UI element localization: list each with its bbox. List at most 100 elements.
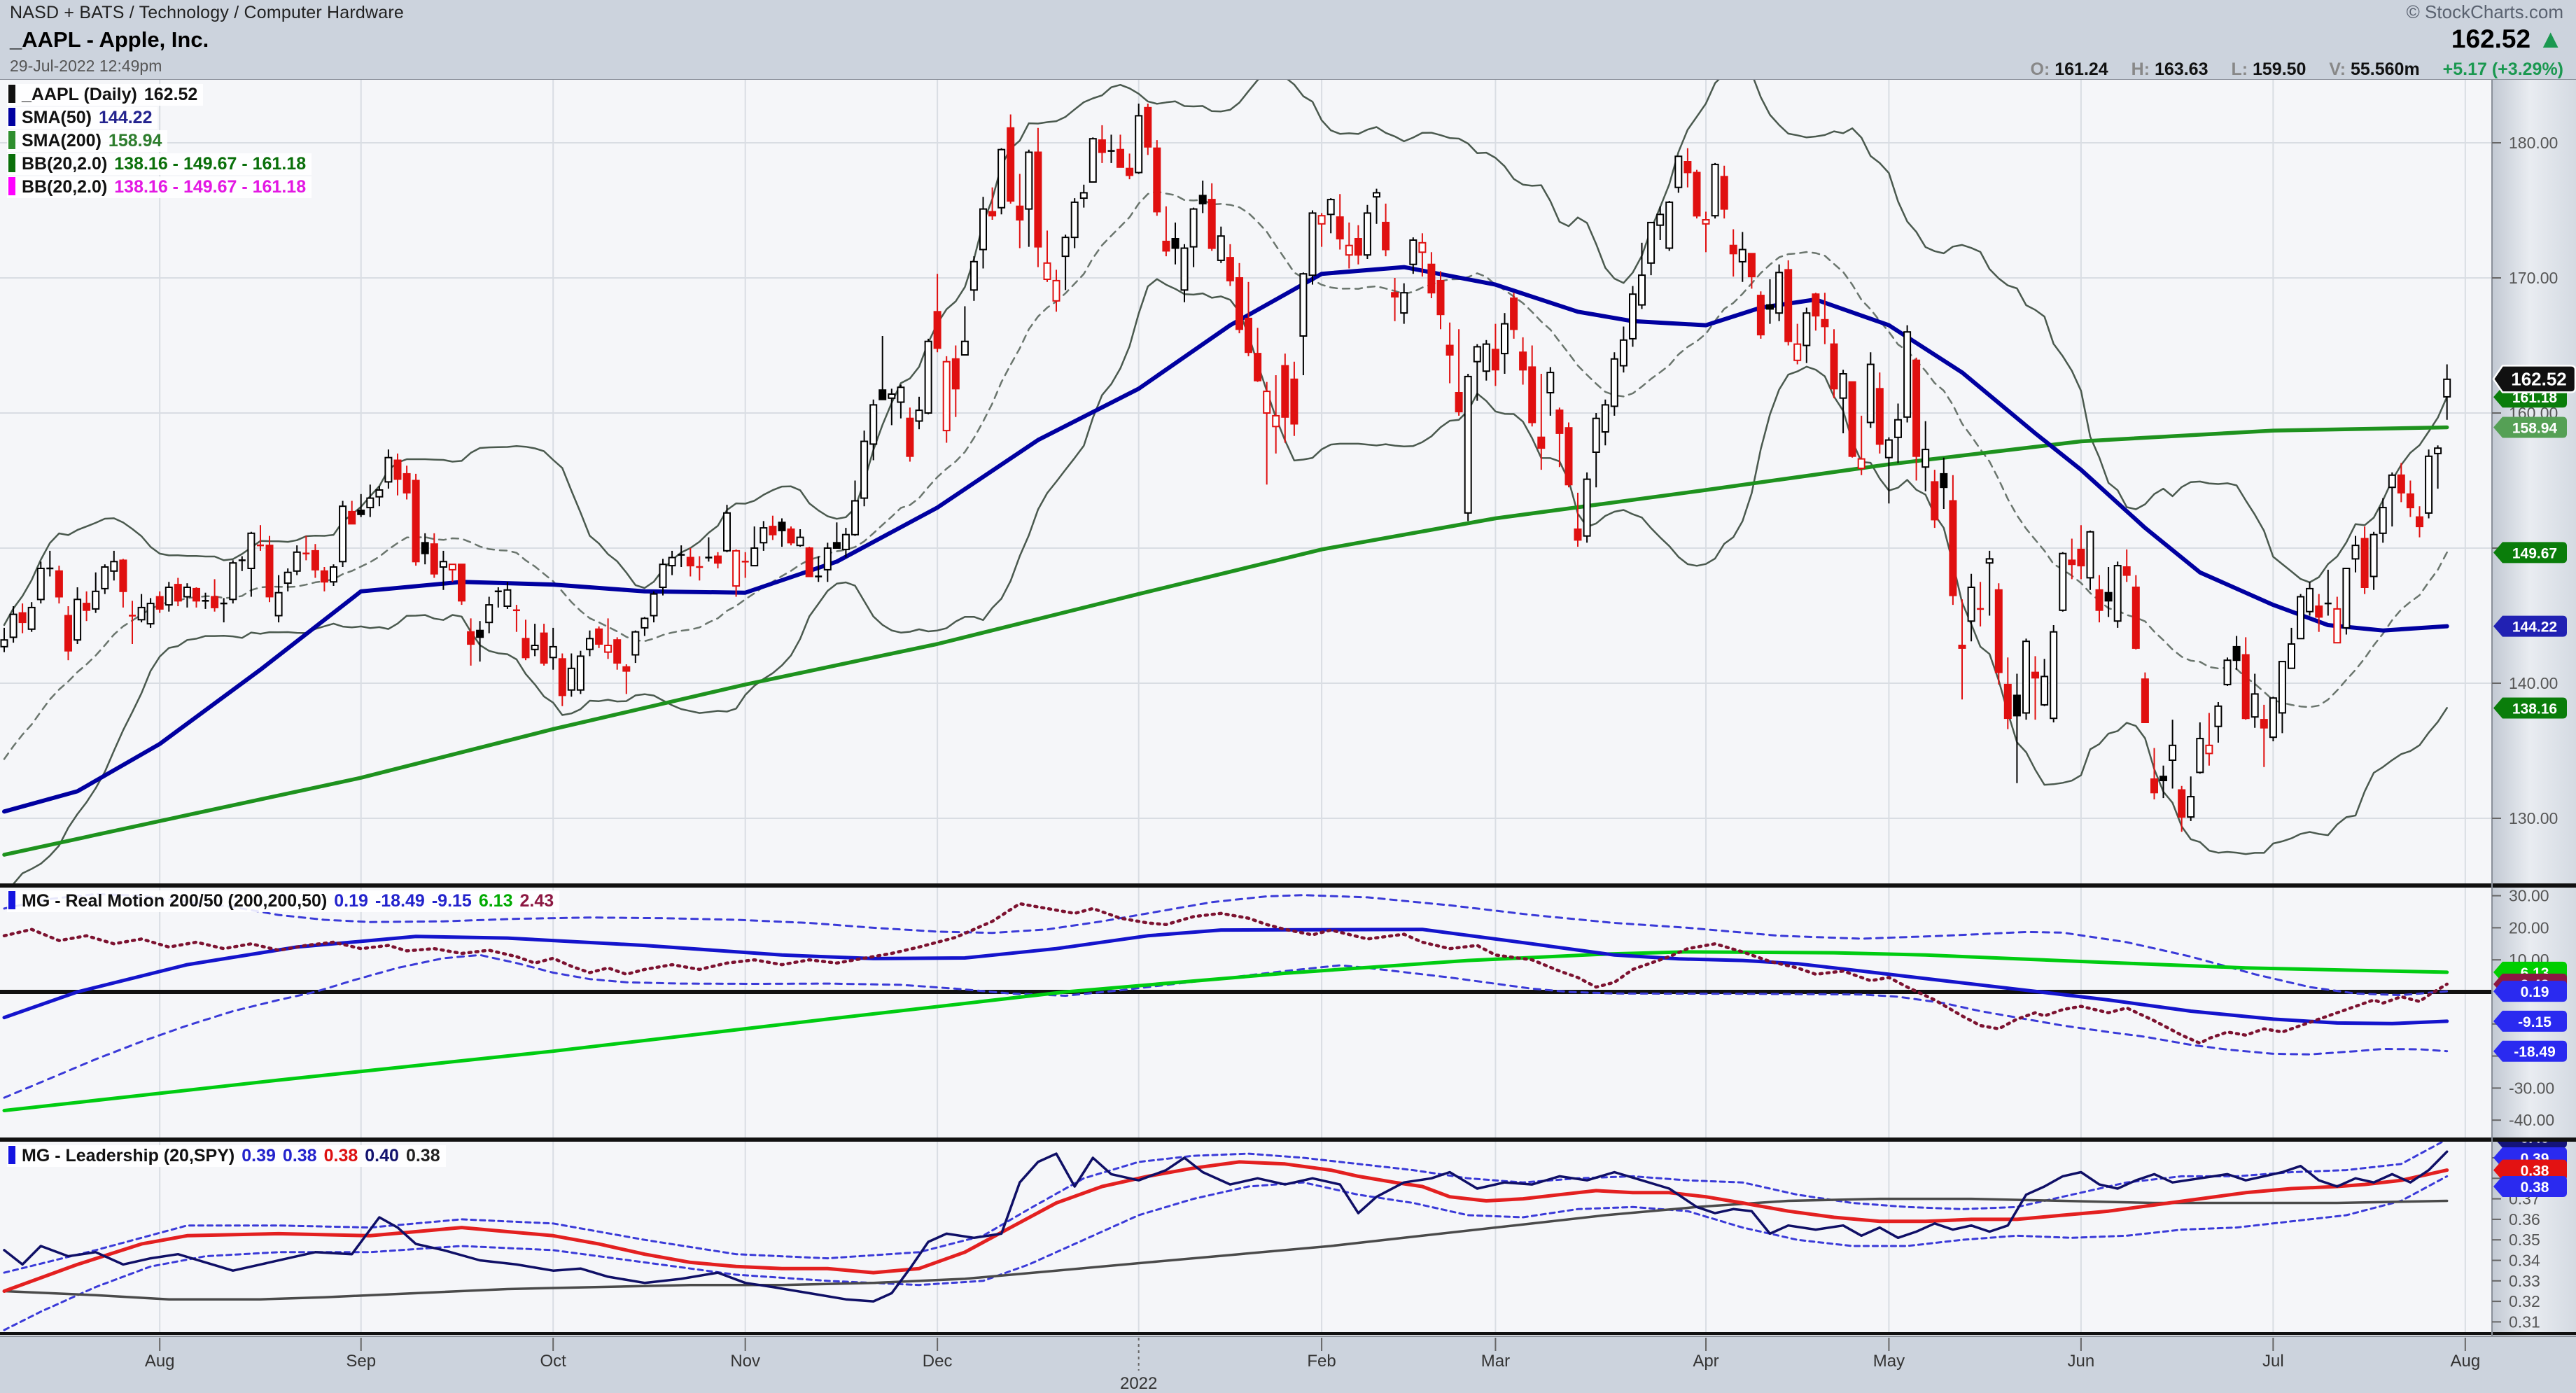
svg-text:Aug: Aug	[2450, 1352, 2480, 1371]
legend-value: 144.22	[99, 108, 152, 127]
svg-text:0.19: 0.19	[2521, 984, 2549, 1000]
svg-text:Sep: Sep	[346, 1352, 376, 1371]
svg-text:Apr: Apr	[1693, 1352, 1718, 1371]
legend-value: 2.43	[520, 891, 554, 911]
leadership-swatch-icon	[8, 1146, 15, 1164]
svg-text:0.33: 0.33	[2509, 1272, 2540, 1290]
panel-separator	[0, 883, 2576, 888]
svg-text:20.00: 20.00	[2509, 918, 2549, 937]
legend-value: 158.94	[108, 131, 162, 150]
panel-separator	[0, 1332, 2576, 1335]
change-value: +5.17 (+3.29%)	[2443, 59, 2563, 79]
svg-text:Oct: Oct	[540, 1352, 567, 1371]
breadcrumb: NASD + BATS / Technology / Computer Hard…	[10, 3, 404, 23]
price-legend: _AAPL (Daily) 162.52 SMA(50)144.22 SMA(20…	[7, 84, 312, 200]
legend-row-sma50: SMA(50)144.22	[7, 107, 158, 129]
legend-row-leadership: MG - Leadership (20,SPY) 0.39 0.38 0.38 0.40…	[7, 1145, 446, 1167]
svg-text:Feb: Feb	[1307, 1352, 1336, 1371]
svg-text:Dec: Dec	[923, 1352, 953, 1371]
svg-text:0.36: 0.36	[2509, 1210, 2540, 1228]
legend-value: 0.38	[283, 1146, 317, 1166]
stock-chart-svg: 180.00170.00160.00150.00140.00130.0030.0…	[0, 0, 2576, 1393]
svg-text:180.00: 180.00	[2509, 134, 2558, 152]
svg-text:2022: 2022	[1120, 1374, 1157, 1393]
svg-text:-40.00: -40.00	[2509, 1111, 2554, 1129]
legend-value: 0.38	[324, 1146, 358, 1166]
svg-text:May: May	[1873, 1352, 1905, 1371]
svg-text:0.35: 0.35	[2509, 1231, 2540, 1249]
svg-text:149.67: 149.67	[2512, 545, 2557, 561]
svg-text:170.00: 170.00	[2509, 269, 2558, 287]
legend-value: 0.38	[406, 1146, 440, 1166]
legend-value: 138.16 - 149.67 - 161.18	[114, 177, 306, 197]
legend-value: 138.16 - 149.67 - 161.18	[114, 154, 306, 174]
copyright: © StockCharts.com	[2031, 1, 2563, 23]
last-price-value: 162.52	[2451, 24, 2530, 53]
panel-separator	[0, 1138, 2576, 1142]
open-value: 161.24	[2054, 59, 2108, 79]
legend-row-sma200: SMA(200) 158.94	[7, 130, 167, 152]
legend-value: 0.39	[241, 1146, 276, 1166]
legend-value: 0.19	[334, 891, 368, 911]
high-value: 163.63	[2155, 59, 2208, 79]
volume-label: V:	[2329, 59, 2346, 79]
price-badge: -18.49	[2493, 1041, 2567, 1062]
price-badge: 0.38	[2493, 1176, 2567, 1197]
svg-text:0.34: 0.34	[2509, 1252, 2540, 1270]
chart-header: NASD + BATS / Technology / Computer Hard…	[0, 0, 2576, 79]
legend-row-bb-green: BB(20,2.0) 138.16 - 149.67 - 161.18	[7, 153, 312, 175]
svg-text:Nov: Nov	[730, 1352, 760, 1371]
legend-label: _AAPL (Daily)	[22, 85, 137, 104]
aapl-swatch-icon	[8, 85, 15, 103]
legend-label: SMA(200)	[22, 131, 102, 150]
svg-text:Mar: Mar	[1481, 1352, 1510, 1371]
leadership-legend: MG - Leadership (20,SPY) 0.39 0.38 0.38 0.40…	[7, 1145, 446, 1168]
legend-value: 162.52	[144, 85, 197, 104]
svg-text:0.38: 0.38	[2521, 1180, 2549, 1196]
svg-text:138.16: 138.16	[2512, 701, 2557, 718]
svg-text:158.94: 158.94	[2512, 421, 2558, 437]
legend-value: -18.49	[375, 891, 425, 911]
legend-label: MG - Leadership (20,SPY)	[22, 1146, 234, 1166]
svg-text:30.00: 30.00	[2509, 887, 2549, 905]
price-badge: 0.19	[2493, 981, 2567, 1002]
sma50-swatch-icon	[8, 108, 15, 126]
legend-row-real-motion: MG - Real Motion 200/50 (200,200,50) 0.19…	[7, 890, 559, 912]
legend-row-aapl: _AAPL (Daily) 162.52	[7, 84, 203, 106]
chart-canvas: 180.00170.00160.00150.00140.00130.0030.0…	[0, 0, 2576, 1393]
svg-text:Jul: Jul	[2262, 1352, 2284, 1371]
page-title: _AAPL - Apple, Inc.	[10, 27, 404, 52]
legend-label: BB(20,2.0)	[22, 177, 107, 197]
svg-text:-18.49: -18.49	[2514, 1044, 2556, 1060]
legend-value: 0.40	[365, 1146, 399, 1166]
header-left: NASD + BATS / Technology / Computer Hard…	[10, 3, 404, 76]
legend-value: -9.15	[432, 891, 472, 911]
sma200-swatch-icon	[8, 131, 15, 149]
price-badge: 144.22	[2493, 616, 2567, 637]
svg-text:144.22: 144.22	[2512, 620, 2557, 636]
svg-text:162.52: 162.52	[2511, 368, 2567, 389]
svg-text:0.31: 0.31	[2509, 1312, 2540, 1331]
svg-text:130.00: 130.00	[2509, 809, 2558, 827]
real-motion-badges: 6.132.430.19-9.15-18.49	[2493, 962, 2567, 1062]
chart-datetime: 29-Jul-2022 12:49pm	[10, 57, 404, 76]
bb-magenta-swatch-icon	[8, 177, 15, 195]
real-motion-swatch-icon	[8, 891, 15, 909]
open-label: O:	[2031, 59, 2050, 79]
legend-value: 6.13	[479, 891, 513, 911]
bb-green-swatch-icon	[8, 154, 15, 172]
header-right: © StockCharts.com 162.52 ▲ O: 161.24 H: …	[2031, 1, 2563, 80]
low-value: 159.50	[2253, 59, 2306, 79]
high-label: H:	[2132, 59, 2150, 79]
svg-text:Jun: Jun	[2068, 1352, 2095, 1371]
price-badge: 158.94	[2493, 417, 2567, 438]
real-motion-legend: MG - Real Motion 200/50 (200,200,50) 0.19…	[7, 890, 559, 913]
last-price: 162.52 ▲	[2031, 24, 2563, 54]
low-label: L:	[2231, 59, 2248, 79]
legend-label: MG - Real Motion 200/50 (200,200,50)	[22, 891, 327, 911]
svg-text:140.00: 140.00	[2509, 674, 2558, 692]
price-badge: 149.67	[2493, 542, 2567, 563]
up-arrow-icon: ▲	[2538, 24, 2563, 53]
ohlcv-line: O: 161.24 H: 163.63 L: 159.50 V: 55.560m…	[2031, 59, 2563, 80]
legend-label: BB(20,2.0)	[22, 154, 107, 174]
